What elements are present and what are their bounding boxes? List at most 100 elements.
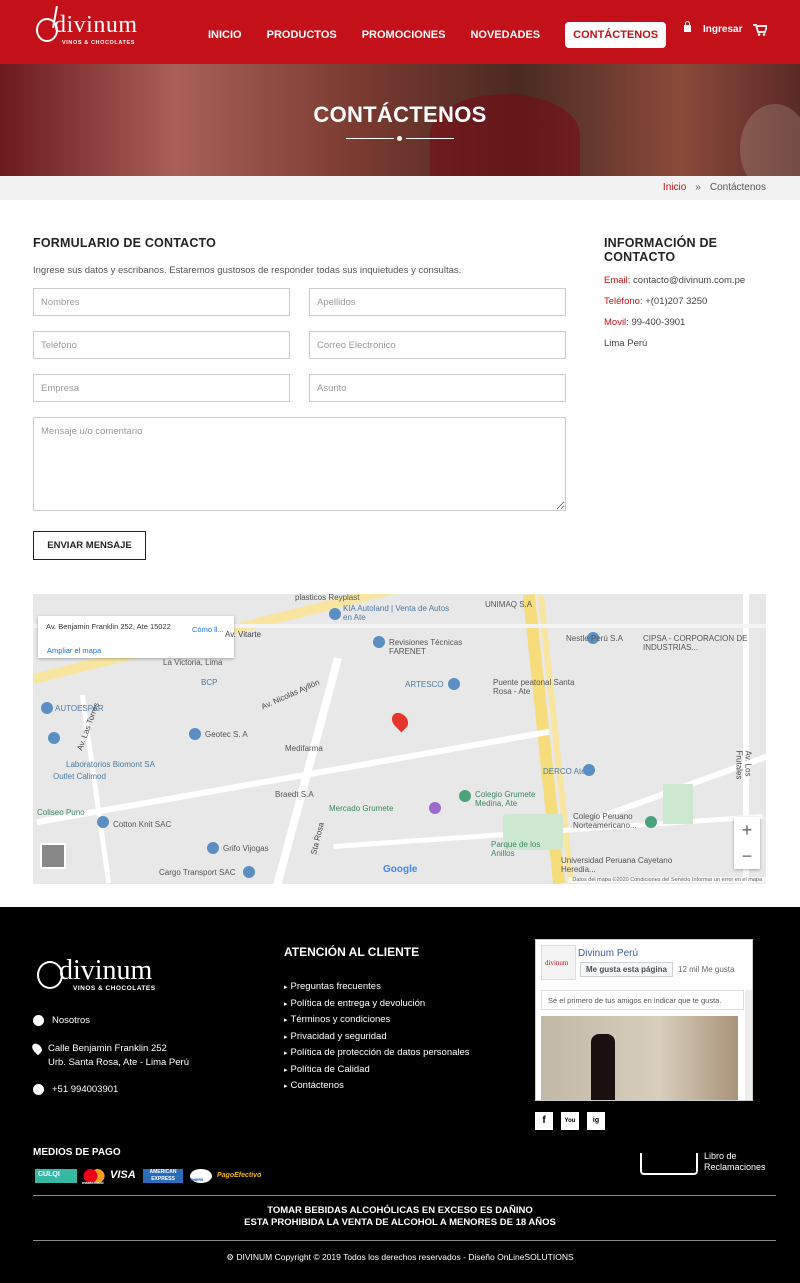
breadcrumb-home[interactable]: Inicio xyxy=(663,182,686,193)
fb-like-button[interactable]: Me gusta esta página xyxy=(580,962,673,977)
contact-info: INFORMACIÓN DE CONTACTO Email: contacto@… xyxy=(604,236,784,350)
atencion-title: ATENCIÓN AL CLIENTE xyxy=(284,945,420,959)
map-pin-colegio-peruano[interactable] xyxy=(645,816,657,828)
link-entrega[interactable]: Política de entrega y devolución xyxy=(284,998,470,1009)
empresa-input[interactable] xyxy=(33,374,290,402)
zoom-in-button[interactable]: + xyxy=(734,817,760,843)
user-icon xyxy=(33,1015,44,1026)
nav-novedades[interactable]: NOVEDADES xyxy=(458,22,552,48)
map-pin-artesco[interactable] xyxy=(448,678,460,690)
nav-productos[interactable]: PRODUCTOS xyxy=(255,22,349,48)
map-location-pin[interactable] xyxy=(388,709,412,733)
nav-inicio[interactable]: INICIO xyxy=(196,22,254,48)
info-movil: Movil: 99-400-3901 xyxy=(604,317,784,329)
link-proteccion-datos[interactable]: Política de protección de datos personal… xyxy=(284,1047,470,1058)
map-pin-cargo[interactable] xyxy=(243,866,255,878)
logo-word: divinum xyxy=(54,12,138,38)
email-input[interactable] xyxy=(309,331,566,359)
breadcrumb: Inicio » Contáctenos xyxy=(0,176,800,200)
map-card-address: Av. Benjamin Franklin 252, Ate 15022 xyxy=(46,622,171,631)
map-pin-kia[interactable] xyxy=(329,608,341,620)
map-pin-grifo[interactable] xyxy=(207,842,219,854)
map-pin-mercado[interactable] xyxy=(429,802,441,814)
facebook-icon[interactable]: f xyxy=(535,1112,553,1130)
info-telefono: Teléfono: +(01)207 3250 xyxy=(604,296,784,308)
map-pin-grumete-colegio[interactable] xyxy=(459,790,471,802)
map-pin-revisiones[interactable] xyxy=(373,636,385,648)
telefono-input[interactable] xyxy=(33,331,290,359)
whatsapp-icon xyxy=(33,1084,44,1095)
fb-page-name[interactable]: Divinum Perú xyxy=(578,948,638,959)
footer-phone: +51 994003901 xyxy=(33,1084,118,1095)
zoom-out-button[interactable]: − xyxy=(734,843,760,869)
map-label-cotton: Cotton Knit SAC xyxy=(113,820,172,829)
footer-logo[interactable]: divinum VINOS & CHOCOLATES xyxy=(37,947,165,997)
breadcrumb-current: Contáctenos xyxy=(709,182,766,193)
email-link[interactable]: contacto@divinum.com.pe xyxy=(633,275,745,286)
link-terminos[interactable]: Términos y condiciones xyxy=(284,1014,470,1025)
map-label-revisiones: Revisiones Técnicas FARENET xyxy=(389,638,463,656)
map-label-reyplast: plasticos Reyplast xyxy=(295,594,360,602)
map-pin-autoespar-2[interactable] xyxy=(48,732,60,744)
mensaje-textarea[interactable] xyxy=(33,417,566,511)
map-pin-cotton[interactable] xyxy=(97,816,109,828)
asunto-input[interactable] xyxy=(309,374,566,402)
enviar-button[interactable]: ENVIAR MENSAJE xyxy=(33,531,146,560)
nosotros-link[interactable]: Nosotros xyxy=(33,1015,90,1026)
culqi-logo: CULQI xyxy=(35,1169,77,1183)
nombres-input[interactable] xyxy=(33,288,290,316)
info-title: INFORMACIÓN DE CONTACTO xyxy=(604,236,718,264)
email-label: Email: xyxy=(604,275,631,286)
warning-line-2: ESTA PROHIBIDA LA VENTA DE ALCOHOL A MEN… xyxy=(244,1217,556,1228)
contact-form-section: FORMULARIO DE CONTACTO Ingrese sus datos… xyxy=(33,236,566,628)
google-logo: Google xyxy=(383,864,418,875)
fb-friends-note: Sé el primero de tus amigos en indicar q… xyxy=(541,990,744,1010)
copyright: ⚙ DIVINUM Copyright © 2019 Todos los der… xyxy=(0,1252,800,1263)
info-location: Lima Perú xyxy=(604,338,648,349)
map-pin-derco[interactable] xyxy=(583,764,595,776)
map-zoom-control: + − xyxy=(734,817,760,869)
diners-logo: DINERS xyxy=(190,1169,212,1183)
link-preguntas[interactable]: Preguntas frecuentes xyxy=(284,981,470,992)
link-calidad[interactable]: Política de Calidad xyxy=(284,1064,470,1075)
nav-promociones[interactable]: PROMOCIONES xyxy=(350,22,458,48)
map-pin-autoespar[interactable] xyxy=(41,702,53,714)
link-privacidad[interactable]: Privacidad y seguridad xyxy=(284,1031,470,1042)
map-label-nicolas: Av. Nicolás Ayllón xyxy=(259,677,321,712)
facebook-widget: Divinum Perú Me gusta esta página 12 mil… xyxy=(535,939,753,1101)
map-label-biomont: Laboratorios Biomont SA xyxy=(66,760,155,769)
map-pin-geotec[interactable] xyxy=(189,728,201,740)
site-header: divinum VINOS & CHOCOLATES INICIO PRODUC… xyxy=(0,0,800,64)
title-divider-right xyxy=(406,138,454,139)
instagram-icon[interactable]: ig xyxy=(587,1112,605,1130)
movil-value: 99-400-3901 xyxy=(631,317,686,328)
fb-page-avatar[interactable] xyxy=(541,945,576,980)
street-view-pegman[interactable] xyxy=(40,843,66,869)
map-label-calimod: Outlet Calimod xyxy=(53,772,106,781)
gear-icon: ⚙ xyxy=(226,1252,237,1262)
address-line-1: Calle Benjamin Franklin 252 xyxy=(48,1043,167,1054)
map-directions-link[interactable]: Cómo ll... xyxy=(192,625,224,634)
movil-label: Movil: xyxy=(604,317,629,328)
login-link[interactable]: Ingresar xyxy=(684,21,742,35)
fb-post-photo[interactable] xyxy=(541,1016,738,1100)
youtube-icon[interactable]: You xyxy=(561,1112,579,1130)
cart-icon[interactable] xyxy=(753,24,767,36)
lock-icon xyxy=(684,21,691,32)
book-icon xyxy=(640,1153,698,1175)
map-label-medifarma: Medifarma xyxy=(285,744,323,753)
breadcrumb-separator: » xyxy=(695,182,701,193)
libro-reclamaciones[interactable]: Libro de Reclamaciones xyxy=(640,1147,770,1177)
brand-logo[interactable]: divinum VINOS & CHOCOLATES xyxy=(36,8,146,54)
link-contactenos[interactable]: Contáctenos xyxy=(284,1080,470,1091)
footer-divider-1 xyxy=(33,1195,776,1196)
warning-line-1: TOMAR BEBIDAS ALCOHÓLICAS EN EXCESO ES D… xyxy=(267,1205,533,1216)
fb-like-count: 12 mil Me gusta xyxy=(678,965,735,974)
map-enlarge-link[interactable]: Ampliar el mapa xyxy=(47,646,101,655)
map-label-coliseo: Coliseo Puno xyxy=(37,808,85,817)
nav-contactenos[interactable]: CONTÁCTENOS xyxy=(565,22,667,48)
fb-scrollbar[interactable] xyxy=(745,990,752,1100)
apellidos-input[interactable] xyxy=(309,288,566,316)
map-label-derco: DERCO Ate xyxy=(543,767,586,776)
google-map[interactable]: Av. Benjamin Franklin 252, Ate 15022 Cóm… xyxy=(33,594,766,884)
